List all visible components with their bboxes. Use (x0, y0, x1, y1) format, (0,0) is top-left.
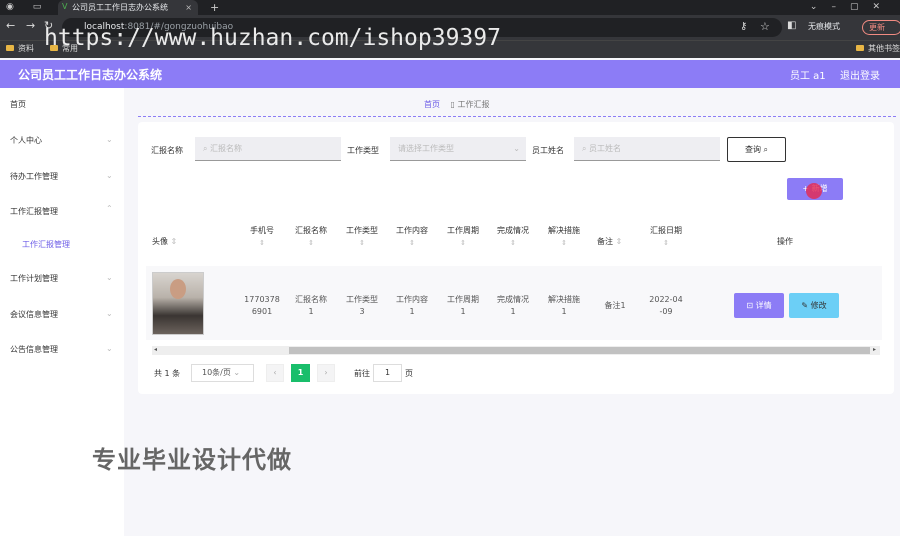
scroll-right-icon[interactable]: ▸ (873, 346, 876, 353)
search-icon: ⌕ (763, 145, 769, 154)
scroll-left-icon[interactable]: ◂ (154, 346, 157, 353)
promo-overlay-text: 专业毕业设计代做 (92, 446, 292, 474)
sidebar-item-report[interactable]: 工作汇报管理 (10, 206, 58, 217)
chevron-down-icon: ⌄ (106, 344, 113, 353)
employee-name-label: 员工姓名 (532, 146, 564, 155)
col-phone[interactable]: 手机号 ⇕ (242, 225, 282, 247)
sidebar-item-profile[interactable]: 个人中心 (10, 135, 42, 146)
col-report[interactable]: 汇报名称 ⇕ (290, 225, 332, 247)
forward-icon[interactable]: → (26, 19, 35, 32)
prev-page-icon[interactable]: ‹ (266, 364, 284, 382)
col-actions: 操作 (777, 237, 793, 246)
sidepanel-icon[interactable]: ◧ (787, 20, 796, 31)
cell-phone: 1770378 6901 (244, 295, 280, 316)
watermark-text: https://www.huzhan.com/ishop39397 (44, 25, 501, 51)
employee-name-input[interactable]: ⌕ 员工姓名 (574, 137, 720, 161)
click-indicator (806, 183, 822, 199)
tab-title: 公司员工工作日志办公系统 (72, 3, 168, 12)
work-type-label: 工作类型 (347, 146, 379, 155)
browser-menu-icons[interactable]: ◉ ▭ (6, 2, 49, 12)
back-icon[interactable]: ← (6, 19, 15, 32)
logout-button[interactable]: 退出登录 (840, 67, 880, 82)
report-name-label: 汇报名称 (151, 146, 183, 155)
col-measure[interactable]: 解决措施 ⇕ (543, 225, 585, 247)
cell-note: 备注1 (604, 301, 626, 310)
cell-period: 工作周期 1 (447, 295, 479, 316)
col-note[interactable]: 备注 ⇕ (597, 236, 622, 247)
pager-goto-label: 前往 (354, 369, 370, 378)
app-title: 公司员工工作日志办公系统 (18, 68, 163, 82)
cell-content: 工作内容 1 (396, 295, 428, 316)
sidebar-item-plan[interactable]: 工作计划管理 (10, 273, 58, 284)
next-page-icon[interactable]: › (317, 364, 335, 382)
pager-current-page[interactable]: 1 (291, 364, 310, 382)
divider (138, 116, 896, 117)
avatar-face (170, 279, 186, 299)
cell-done: 完成情况 1 (497, 295, 529, 316)
browser-tab[interactable]: V 公司员工工作日志办公系统 × (58, 0, 198, 15)
col-type[interactable]: 工作类型 ⇕ (341, 225, 383, 247)
chevron-down-icon: ⌄ (106, 309, 113, 318)
breadcrumb-current: 工作汇报 (457, 100, 490, 109)
col-done[interactable]: 完成情况 ⇕ (492, 225, 534, 247)
pager-page-label: 页 (405, 369, 413, 378)
update-button[interactable]: 更新 (862, 20, 900, 35)
breadcrumb-home[interactable]: 首页 (424, 100, 440, 109)
user-name: 员工 a1 (790, 71, 826, 82)
col-date[interactable]: 汇报日期 ⇕ (644, 225, 688, 247)
pager-goto-input[interactable]: 1 (373, 364, 402, 382)
query-button[interactable]: 查询 ⌕ (727, 137, 786, 162)
cell-type: 工作类型 3 (346, 295, 378, 316)
chevron-down-icon: ⌄ (106, 273, 113, 282)
sidebar-item-meeting[interactable]: 会议信息管理 (10, 309, 58, 320)
chevron-down-icon: ⌄ (106, 171, 113, 180)
edit-icon: ✎ (801, 301, 809, 310)
report-name-input[interactable]: ⌕ 汇报名称 (195, 137, 341, 161)
breadcrumb-separator-icon: ▯ (450, 100, 458, 109)
cell-measure: 解决措施 1 (548, 295, 580, 316)
sidebar-item-notice[interactable]: 公告信息管理 (10, 344, 58, 355)
key-icon[interactable]: ⚷ (740, 21, 747, 32)
cell-report: 汇报名称 1 (295, 295, 327, 316)
breadcrumb: 首页 ▯ 工作汇报 (424, 99, 490, 110)
col-content[interactable]: 工作内容 ⇕ (391, 225, 433, 247)
sidebar-item-todo[interactable]: 待办工作管理 (10, 171, 58, 182)
chevron-down-icon: ⌄ (106, 135, 113, 144)
work-type-select[interactable]: 请选择工作类型 ⌄ (390, 137, 526, 161)
detail-icon: ⊡ (746, 301, 754, 310)
col-period[interactable]: 工作周期 ⇕ (442, 225, 484, 247)
other-bookmarks[interactable]: 其他书签 (856, 41, 900, 57)
chevron-up-icon: ⌃ (106, 204, 113, 213)
close-tab-icon[interactable]: × (185, 0, 192, 15)
incognito-label[interactable]: 无痕模式 (808, 21, 840, 32)
bookmark-star-icon[interactable]: ☆ (760, 20, 770, 33)
app-header: 公司员工工作日志办公系统 员工 a1 退出登录 (0, 60, 900, 88)
col-avatar[interactable]: 头像 ⇕ (152, 236, 177, 247)
page-size-select[interactable]: 10条/页 ⌄ (191, 364, 254, 382)
new-tab-icon[interactable]: + (210, 0, 219, 15)
cell-date: 2022-04 -09 (649, 295, 683, 316)
detail-button[interactable]: ⊡ 详情 (734, 293, 784, 318)
edit-button[interactable]: ✎ 修改 (789, 293, 839, 318)
scrollbar-thumb[interactable] (289, 347, 870, 354)
window-controls[interactable]: ⌄–▢✕ (810, 0, 894, 15)
chevron-down-icon: ⌄ (233, 368, 241, 377)
chevron-down-icon: ⌄ (513, 144, 520, 153)
vue-icon: V (62, 2, 68, 11)
sidebar-item-home[interactable]: 首页 (10, 99, 26, 110)
pager-total: 共 1 条 (154, 369, 181, 378)
bookmark-folder[interactable]: 资料 (6, 41, 34, 57)
sidebar-subitem-report[interactable]: 工作汇报管理 (22, 239, 70, 250)
